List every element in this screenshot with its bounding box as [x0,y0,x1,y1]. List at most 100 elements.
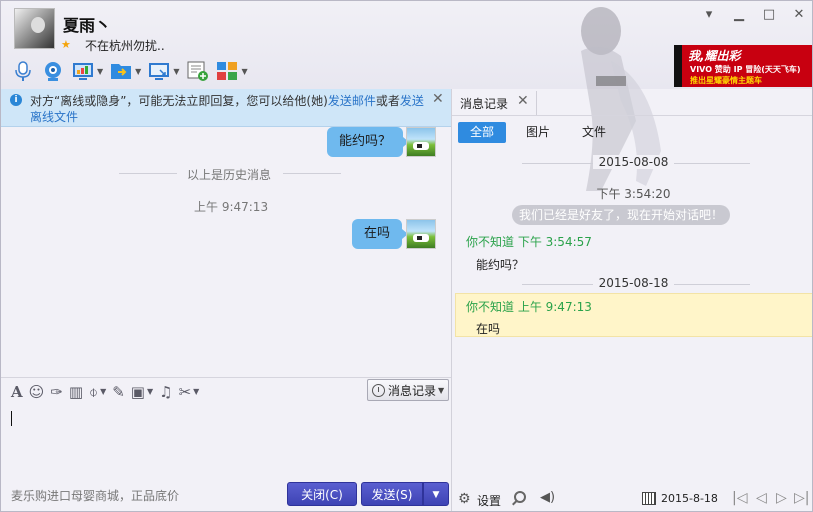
minimize-button[interactable]: ▁ [724,7,754,29]
remote-desktop-button[interactable]: ▼ [147,59,179,83]
chevron-down-icon[interactable]: ▼ [135,67,141,76]
last-page-button[interactable]: ▷| [794,490,809,506]
send-button[interactable]: 发送(S) [361,482,423,506]
image-icon[interactable]: ▣ ▼ [131,383,153,401]
date-separator: 2015-08-18 [452,276,812,292]
app-add-icon [187,61,209,81]
menu-dropdown-icon[interactable]: ▾ [694,7,724,29]
chat-bubble[interactable]: 能约吗？ [327,127,410,157]
settings-label[interactable]: 设置 [477,492,501,509]
gear-icon[interactable]: ⚙ [458,491,471,507]
video-call-button[interactable] [41,59,65,83]
share-screen-button[interactable]: ▼ [71,59,103,83]
send-file-icon [111,64,132,79]
chevron-down-icon[interactable]: ▼ [97,67,103,76]
apps-button[interactable]: ▼ [215,59,248,83]
offline-notice: i 对方“离线或隐身”，可能无法立即回复，您可以给他(她)发送邮件或者发送 离线… [1,89,451,127]
record-text[interactable]: 能约吗？ [476,256,524,273]
record-date: 2015-08-18 [592,276,675,290]
tab-message-history[interactable]: 消息记录 [460,95,508,112]
close-window-button[interactable]: ✕ [784,7,812,29]
send-email-link[interactable]: 发送邮件 [328,94,376,108]
message-history-label: 消息记录 [388,383,437,398]
history-panel: 消息记录 ✕ 全部 图片 文件 2015-08-08 下午 3:54:20 我们… [451,89,812,511]
notice-text: 对方“离线或隐身”，可能无法立即回复，您可以给他(她) [30,94,328,108]
text-caret [11,411,12,426]
magic-icon[interactable]: ✑ [50,383,63,401]
chevron-down-icon[interactable]: ▼ [147,387,153,396]
date-separator: 2015-08-08 [452,155,812,171]
microphone-icon [15,61,31,81]
current-date[interactable]: 2015-8-18 [661,492,718,505]
divider-line [283,173,341,174]
emoji-icon[interactable]: ☺ [29,383,45,401]
history-divider-label: 以上是历史消息 [187,168,272,182]
edit-icon[interactable]: ✎ [112,383,125,401]
send-options-dropdown[interactable]: ▼ [423,482,449,506]
history-tabbar: 消息记录 ✕ [452,89,812,116]
record-date: 2015-08-08 [592,155,675,169]
notice-or: 或者 [375,94,400,108]
chevron-down-icon[interactable]: ▼ [100,387,106,396]
top-toolbar: ▼ ▼ ▼ ▼ [11,57,254,85]
app-add-button[interactable] [185,59,209,83]
remote-desktop-icon [149,63,170,80]
maximize-button[interactable]: □ [754,7,784,29]
chat-window: 夏雨丶 ★ 不在杭州勿扰.. ▾ ▁ □ ✕ ▼ ▼ ▼ ▼ 我,耀出彩 VIV… [0,0,813,512]
filter-files[interactable]: 文件 [570,122,618,143]
ad-line-2: VIVO 赞助 IP 冒险(天天飞车) [690,65,801,74]
message-area: 能约吗？ 以上是历史消息 上午 9:47:13 在吗 [1,127,451,377]
message-time: 上午 9:47:13 [194,200,269,214]
chat-bubble[interactable]: 在吗 [352,219,409,249]
voice-call-button[interactable] [11,59,35,83]
ad-line-3: 推出星耀豪情主题车 [690,76,762,85]
message-input[interactable] [1,405,451,483]
notice-close-button[interactable]: ✕ [432,91,444,107]
chevron-down-icon[interactable]: ▼ [241,67,247,76]
contact-avatar[interactable] [14,8,55,49]
close-button[interactable]: 关闭(C) [287,482,357,506]
filter-all[interactable]: 全部 [458,122,506,143]
apps-grid-icon [217,62,238,80]
message-history-button[interactable]: 消息记录 ▼ [367,379,449,401]
clock-icon [372,383,385,397]
ad-banner[interactable]: 我,耀出彩 VIVO 赞助 IP 冒险(天天飞车) 推出星耀豪情主题车 [674,45,812,87]
contact-name[interactable]: 夏雨丶 [63,12,111,36]
chat-panel: i 对方“离线或隐身”，可能无法立即回复，您可以给他(她)发送邮件或者发送 离线… [1,89,451,511]
header: 夏雨丶 ★ 不在杭州勿扰.. ▾ ▁ □ ✕ ▼ ▼ ▼ ▼ 我,耀出彩 VIV… [1,1,812,191]
font-icon[interactable]: A [11,383,23,401]
star-icon: ★ [61,38,71,51]
first-page-button[interactable]: |◁ [732,490,747,506]
speaker-icon[interactable]: ◀) [540,490,555,505]
webcam-icon [45,62,61,81]
calendar-icon[interactable] [642,492,656,505]
self-avatar[interactable] [406,219,436,249]
record-text[interactable]: 在吗 [476,320,500,337]
window-controls: ▾ ▁ □ ✕ [694,7,812,29]
record-sender: 你不知道 下午 3:54:57 [466,235,592,249]
record-sender: 你不知道 上午 9:47:13 [466,300,592,314]
voice-icon[interactable]: ⌽ ▼ [89,383,106,401]
send-link[interactable]: 发送 [400,94,424,108]
info-icon: i [10,94,22,106]
chevron-down-icon[interactable]: ▼ [193,387,199,396]
self-avatar[interactable] [406,127,436,157]
ad-line-1: 我,耀出彩 [688,49,741,63]
bottom-ad-link[interactable]: 麦乐购进口母婴商城，正品底价 [11,487,179,504]
tab-separator [536,91,537,115]
offline-file-link[interactable]: 离线文件 [30,108,78,125]
contact-signature: 不在杭州勿扰.. [85,39,165,53]
music-icon[interactable]: ♫ [159,383,172,401]
next-page-button[interactable]: ▷ [776,490,787,506]
chevron-down-icon[interactable]: ▼ [173,67,179,76]
prev-page-button[interactable]: ◁ [756,490,767,506]
system-time: 下午 3:54:20 [596,187,671,201]
screenshot-icon[interactable]: ▥ [69,383,83,401]
send-file-button[interactable]: ▼ [109,59,141,83]
filter-images[interactable]: 图片 [514,122,562,143]
notice-line-1: 对方“离线或隐身”，可能无法立即回复，您可以给他(她)发送邮件或者发送 [30,92,424,109]
scissors-icon[interactable]: ✂ ▼ [179,383,200,401]
divider-line [119,173,177,174]
tab-close-button[interactable]: ✕ [517,93,529,109]
search-icon[interactable] [514,491,526,503]
